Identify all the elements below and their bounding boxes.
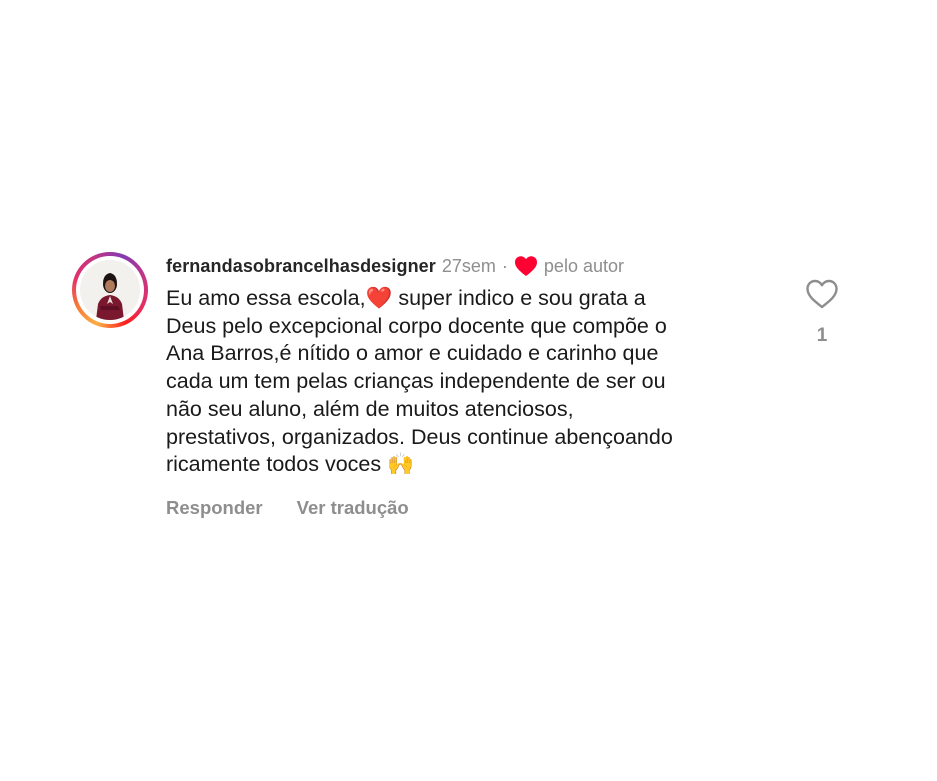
reply-button[interactable]: Responder xyxy=(166,497,263,519)
comment-meta: fernandasobrancelhasdesigner 27sem · pel… xyxy=(166,252,786,280)
author-like-label: pelo autor xyxy=(543,255,624,276)
comment-body: fernandasobrancelhasdesigner 27sem · pel… xyxy=(166,252,786,519)
meta-separator: · xyxy=(501,255,508,276)
timestamp: 27sem xyxy=(441,255,496,276)
heart-outline-icon[interactable] xyxy=(805,278,839,310)
comment: fernandasobrancelhasdesigner 27sem · pel… xyxy=(72,252,872,532)
like-column: 1 xyxy=(802,278,842,347)
like-count: 1 xyxy=(816,325,828,346)
translate-button[interactable]: Ver tradução xyxy=(297,497,409,519)
comment-actions: Responder Ver tradução xyxy=(166,497,786,519)
avatar-ring-inner xyxy=(76,256,144,324)
profile-photo xyxy=(80,260,140,320)
comment-text: Eu amo essa escola,❤️ super indico e sou… xyxy=(166,286,673,477)
username[interactable]: fernandasobrancelhasdesigner xyxy=(166,256,436,277)
avatar[interactable] xyxy=(72,252,148,328)
heart-filled-icon xyxy=(514,256,537,276)
